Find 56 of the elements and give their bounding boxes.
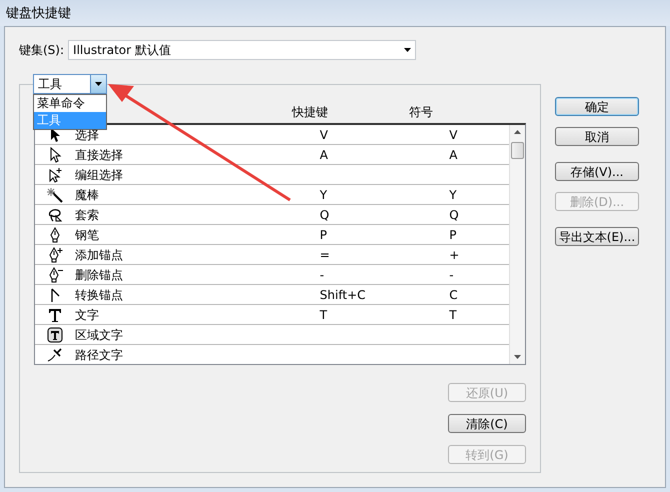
category-dropdown[interactable]: 工具 [33,74,107,94]
lasso-icon [46,206,63,222]
symbol-text: Y [449,188,457,202]
dialog-button[interactable]: 取消 [555,127,639,146]
keyset-label: 键集(S): [19,42,64,59]
symbol-text: + [449,248,460,262]
shortcut-text: V [320,128,328,142]
tool-name: 选择 [74,128,99,142]
tool-name: 套索 [74,208,99,222]
shortcut-text: = [320,248,330,262]
scroll-down-icon[interactable] [514,355,521,359]
scrollbar[interactable] [509,125,525,364]
caret-icon [95,82,102,86]
column-header: 快捷键 [292,104,330,121]
tool-name: 魔棒 [74,188,99,202]
dialog-button[interactable]: 存储(V)... [555,162,639,181]
tool-name: 删除锚点 [74,268,123,282]
arrow-plus-icon [46,166,63,182]
symbol-text: A [449,148,458,162]
dropdown-option[interactable]: 菜单命令 [34,95,106,112]
tool-name: 区域文字 [74,328,123,342]
column-header: 符号 [409,104,434,121]
scroll-up-icon[interactable] [514,130,521,134]
boxed-type-icon [46,326,63,342]
tool-name: 钢笔 [74,228,99,242]
symbol-text: T [449,308,457,322]
caret-icon [404,48,411,52]
symbol-text: - [449,268,454,282]
scroll-thumb[interactable] [511,142,524,159]
shortcut-text: Q [320,208,330,222]
keyset-dropdown[interactable]: Illustrator 默认值 [68,40,416,60]
shortcut-text: A [320,148,328,162]
shortcut-text: P [320,228,328,242]
pen-minus-icon [46,266,63,282]
path-type-icon [46,346,63,362]
tool-name: 文字 [74,308,99,322]
symbol-text: C [449,288,458,302]
symbol-text: V [449,128,458,142]
symbol-text: Q [449,208,459,222]
type-icon [46,306,63,322]
action-button[interactable]: 清除(C) [448,414,526,433]
tool-name: 编组选择 [74,168,123,182]
dialog-button[interactable]: 导出文本(E)... [555,227,639,246]
tool-name: 添加锚点 [74,248,123,262]
symbol-text: P [449,228,456,242]
pen-plus-icon [46,246,63,262]
shortcut-text: Y [320,188,328,202]
wand-icon [46,186,63,202]
shortcut-text: T [320,308,328,322]
shortcut-text: Shift+C [320,288,366,302]
shortcut-text: - [320,268,324,282]
tool-name: 路径文字 [74,348,123,362]
tool-name: 转换锚点 [74,288,123,302]
tool-name: 直接选择 [74,148,123,162]
window-title: 键盘快捷键 [0,0,670,26]
dialog-button[interactable]: 确定 [555,97,639,116]
